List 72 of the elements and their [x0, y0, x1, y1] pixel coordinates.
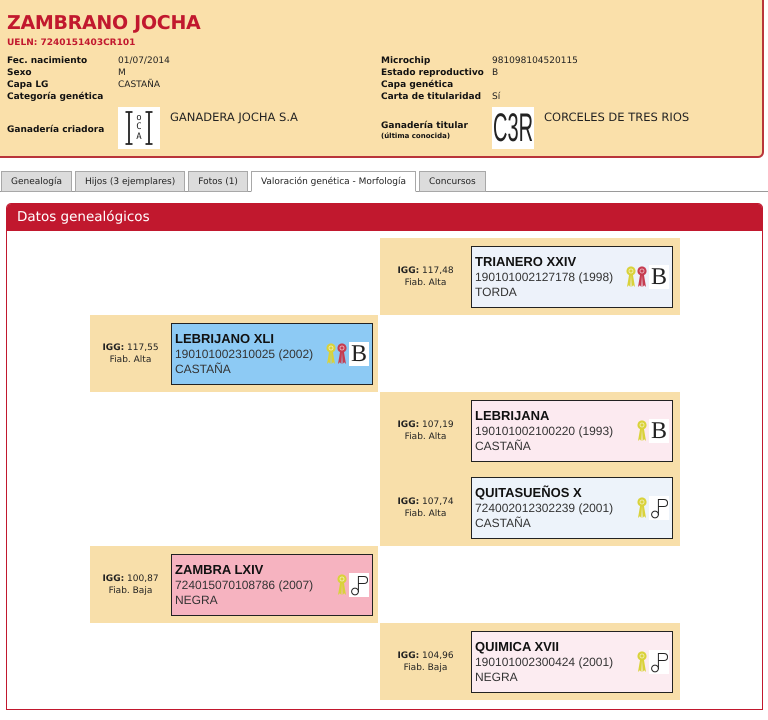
field-label: Carta de titularidad	[381, 91, 482, 103]
registration-number: 724015070108786 (2007)	[175, 578, 314, 592]
ueln-code: UELN: 7240151403CR101	[7, 37, 136, 50]
breeder-name: GANADERA JOCHA S.A	[170, 110, 298, 124]
reliability-label: Fiab. Baja	[108, 584, 152, 596]
horse-card[interactable]: TRIANERO XXIV 190101002127178 (1998) TORDA B	[471, 246, 673, 308]
reliability-label: Fiab. Alta	[404, 508, 446, 520]
field-label: Estado reproductivo	[381, 67, 485, 79]
coat-label: NEGRA	[175, 592, 219, 608]
coat-label: CASTAÑA	[475, 438, 532, 454]
symbol-letter: B	[648, 264, 669, 288]
registration-number: 724002012302239 (2001)	[475, 500, 614, 516]
igg-score: IGG: 100,87	[102, 572, 159, 584]
coat-label: NEGRA	[475, 670, 519, 684]
coat-label: TORDA	[475, 284, 518, 300]
field-value: 01/07/2014	[118, 55, 171, 67]
horse-card[interactable]: LEBRIJANO XLI 190101002310025 (2002) CASTAÑA B	[171, 322, 373, 384]
logo-letters: oCA	[136, 114, 142, 142]
breeder-label: Ganadería criadora	[7, 125, 106, 136]
tab[interactable]: Concursos	[419, 171, 486, 192]
tab[interactable]: Valoración genética - Morfología	[250, 171, 416, 192]
horse-card[interactable]: QUIMICA XVII 190101002300424 (2001) NEGRA	[471, 630, 673, 692]
reliability-label: Fiab. Alta	[110, 354, 152, 366]
registration-number: 190101002127178 (1998)	[475, 270, 614, 284]
field-value: 981098104520115	[492, 55, 579, 67]
horse-name: QUIMICA XVII	[475, 638, 560, 654]
coat-label: CASTAÑA	[175, 362, 232, 376]
i-beam-icon	[125, 111, 134, 145]
field-value: Sí	[492, 91, 502, 103]
horse-name: ZAMBRA LXIV	[175, 562, 264, 578]
panel-title: Datos genealógicos	[7, 204, 762, 231]
owner-label: Ganadería titular	[381, 120, 469, 132]
field-label: Microchip	[381, 55, 432, 67]
horse-name: LEBRIJANO XLI	[175, 330, 275, 346]
owner-name: CORCELES DE TRES RIOS	[544, 110, 690, 124]
igg-score: IGG: 104,96	[397, 650, 454, 662]
registration-number: 190101002300424 (2001)	[475, 654, 614, 670]
coat-label: CASTAÑA	[475, 516, 532, 530]
tab[interactable]: Genealogía	[1, 171, 72, 192]
reliability-label: Fiab. Baja	[404, 662, 448, 674]
field-value: M	[118, 67, 127, 78]
horse-name: QUITASUEÑOS X	[475, 484, 583, 500]
flag-note-icon	[649, 650, 669, 674]
flag-note-icon	[349, 572, 369, 596]
horse-name-title: ZAMBRANO JOCHA	[7, 12, 202, 34]
tab[interactable]: Hijos (3 ejemplares)	[75, 171, 186, 192]
horse-card[interactable]: LEBRIJANA 190101002100220 (1993) CASTAÑA B	[471, 400, 673, 462]
tab[interactable]: Fotos (1)	[188, 171, 248, 192]
symbol-letter: B	[648, 418, 669, 442]
logo-text: C3R	[493, 109, 533, 147]
field-label: Capa genética	[381, 79, 454, 91]
igg-score: IGG: 117,48	[397, 264, 454, 276]
igg-score: IGG: 107,74	[397, 496, 454, 508]
registration-number: 190101002100220 (1993)	[475, 424, 614, 438]
igg-score: IGG: 117,55	[102, 342, 159, 354]
flag-note-icon	[649, 496, 669, 520]
field-value: B	[492, 67, 500, 79]
igg-score: IGG: 107,19	[397, 418, 454, 430]
symbol-letter: B	[348, 342, 369, 366]
field-value: CASTAÑA	[118, 79, 161, 91]
field-label: Capa LG	[7, 79, 50, 91]
horse-name: TRIANERO XXIV	[475, 254, 578, 270]
field-label: Sexo	[7, 67, 33, 79]
field-label: Fec. nacimiento	[7, 55, 88, 67]
i-beam-icon	[144, 111, 153, 145]
horse-card[interactable]: QUITASUEÑOS X 724002012302239 (2001) CASTAÑA	[471, 476, 673, 538]
reliability-label: Fiab. Alta	[404, 430, 446, 442]
field-label: Categoría genética	[7, 91, 104, 103]
horse-card[interactable]: ZAMBRA LXIV 724015070108786 (2007) NEGRA	[171, 554, 373, 616]
reliability-label: Fiab. Alta	[404, 276, 446, 288]
registration-number: 190101002310025 (2002)	[175, 346, 314, 362]
horse-name: LEBRIJANA	[475, 408, 550, 424]
